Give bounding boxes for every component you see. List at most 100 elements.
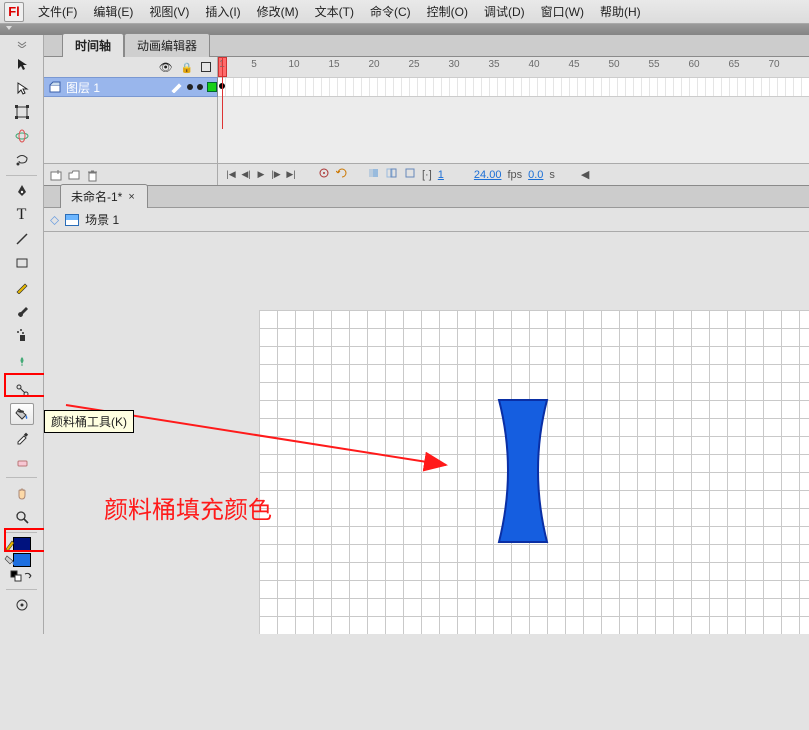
edit-multiple-frames-button[interactable] xyxy=(404,167,416,182)
line-tool[interactable] xyxy=(10,228,34,250)
zoom-tool[interactable] xyxy=(10,506,34,528)
workspace: 时间轴 动画编辑器 1510152025303540455055606570 图… xyxy=(44,35,809,634)
edit-bar: ⬦ 场景 1 xyxy=(44,208,809,232)
eyedropper-tool[interactable] xyxy=(10,427,34,449)
tools-panel: T xyxy=(0,35,44,634)
delete-layer-button[interactable] xyxy=(84,167,100,183)
menu-window[interactable]: 窗口(W) xyxy=(533,0,592,23)
layer-outline-box[interactable] xyxy=(207,82,217,92)
ruler-tick: 50 xyxy=(608,59,619,70)
stage-drawing xyxy=(259,310,809,730)
selection-tool[interactable] xyxy=(10,53,34,75)
last-frame-button[interactable]: ▶| xyxy=(284,168,298,182)
onion-markers-button[interactable]: [·] xyxy=(422,169,432,181)
layer-lock-dot[interactable] xyxy=(197,84,203,90)
menu-debug[interactable]: 调试(D) xyxy=(476,0,533,23)
menu-help[interactable]: 帮助(H) xyxy=(592,0,649,23)
onion-skin-button[interactable] xyxy=(368,167,380,182)
eraser-tool[interactable] xyxy=(10,451,34,473)
visibility-icon[interactable] xyxy=(159,60,173,74)
swap-colors-button[interactable] xyxy=(10,569,34,585)
outline-icon[interactable] xyxy=(201,62,211,72)
layer-icon xyxy=(48,80,62,94)
new-folder-button[interactable] xyxy=(66,167,82,183)
frames-track[interactable] xyxy=(218,77,809,97)
elapsed-value: 0.0 xyxy=(528,169,543,181)
menu-text[interactable]: 文本(T) xyxy=(307,0,362,23)
onion-skin-outline-button[interactable] xyxy=(386,167,398,182)
deco-tool[interactable] xyxy=(10,348,34,370)
center-frame-button[interactable] xyxy=(318,167,330,182)
stroke-color-swatch[interactable] xyxy=(0,537,43,551)
layer-header xyxy=(44,57,218,77)
stage-area: 颜料桶填充颜色 xyxy=(44,255,809,634)
menu-view[interactable]: 视图(V) xyxy=(141,0,197,23)
play-button[interactable]: ▶ xyxy=(254,168,268,182)
menu-edit[interactable]: 编辑(E) xyxy=(85,0,141,23)
next-frame-button[interactable]: |▶ xyxy=(269,168,283,182)
ruler-tick: 70 xyxy=(768,59,779,70)
free-transform-tool[interactable] xyxy=(10,101,34,123)
back-button[interactable]: ⬦ xyxy=(50,212,59,228)
menu-modify[interactable]: 修改(M) xyxy=(249,0,307,23)
lasso-tool[interactable] xyxy=(10,149,34,171)
stage-canvas[interactable] xyxy=(259,310,809,634)
fill-color-swatch[interactable] xyxy=(0,553,43,567)
hand-tool[interactable] xyxy=(10,482,34,504)
spray-brush-tool[interactable] xyxy=(10,324,34,346)
paint-bucket-tool[interactable] xyxy=(10,403,34,425)
ruler-tick: 65 xyxy=(728,59,739,70)
first-frame-button[interactable]: |◀ xyxy=(224,168,238,182)
ruler-tick: 5 xyxy=(251,59,257,70)
scene-label[interactable]: 场景 1 xyxy=(85,211,119,228)
snap-option[interactable] xyxy=(10,594,34,616)
ruler-tick: 30 xyxy=(448,59,459,70)
subselection-tool[interactable] xyxy=(10,77,34,99)
menu-insert[interactable]: 插入(I) xyxy=(197,0,248,23)
new-layer-button[interactable] xyxy=(48,167,64,183)
menu-file[interactable]: 文件(F) xyxy=(30,0,85,23)
layer-row[interactable]: 图层 1 xyxy=(44,77,218,97)
layer-vis-dot[interactable] xyxy=(187,84,193,90)
document-tab[interactable]: 未命名-1* × xyxy=(60,184,148,208)
ruler-tick: 35 xyxy=(488,59,499,70)
ruler-tick: 20 xyxy=(368,59,379,70)
brush-tool[interactable] xyxy=(10,300,34,322)
vase-shape[interactable] xyxy=(499,400,547,542)
ruler-tick: 10 xyxy=(288,59,299,70)
paint-bucket-tooltip: 颜料桶工具(K) xyxy=(44,410,134,433)
playback-controls: |◀ ◀| ▶ |▶ ▶| xyxy=(224,168,298,182)
tab-timeline[interactable]: 时间轴 xyxy=(62,33,124,57)
layer-pencil-icon xyxy=(171,81,183,93)
tab-animation-editor[interactable]: 动画编辑器 xyxy=(124,33,210,57)
ruler-tick: 45 xyxy=(568,59,579,70)
pencil-tool[interactable] xyxy=(10,276,34,298)
timeline-footer: |◀ ◀| ▶ |▶ ▶| [·] 1 24.00 fps 0.0 xyxy=(44,163,809,185)
elapsed-label: s xyxy=(549,169,555,181)
ruler-tick: 55 xyxy=(648,59,659,70)
app-logo: Fl xyxy=(4,2,24,22)
rectangle-tool[interactable] xyxy=(10,252,34,274)
pen-tool[interactable] xyxy=(10,180,34,202)
menu-control[interactable]: 控制(O) xyxy=(419,0,476,23)
fps-value[interactable]: 24.00 xyxy=(474,169,502,181)
menubar: Fl 文件(F) 编辑(E) 视图(V) 插入(I) 修改(M) 文本(T) 命… xyxy=(0,0,809,24)
3d-rotation-tool[interactable] xyxy=(10,125,34,147)
lock-icon[interactable] xyxy=(181,60,193,74)
close-tab-button[interactable]: × xyxy=(128,191,134,203)
fps-label: fps xyxy=(507,169,522,181)
expand-tools-icon[interactable] xyxy=(10,37,34,51)
document-tabs: 未命名-1* × xyxy=(44,186,809,208)
frame-ruler[interactable]: 1510152025303540455055606570 xyxy=(218,57,809,77)
prev-frame-button[interactable]: ◀| xyxy=(239,168,253,182)
layer-name: 图层 1 xyxy=(66,79,167,96)
ruler-tick: 15 xyxy=(328,59,339,70)
menu-command[interactable]: 命令(C) xyxy=(362,0,419,23)
loop-button[interactable] xyxy=(336,167,348,182)
timeline-panel: 1510152025303540455055606570 图层 1 xyxy=(44,57,809,186)
timeline-scroll-left[interactable]: ◀ xyxy=(581,168,589,181)
current-frame-value[interactable]: 1 xyxy=(438,169,444,181)
bone-tool[interactable] xyxy=(10,379,34,401)
scene-icon xyxy=(65,214,79,226)
text-tool[interactable]: T xyxy=(10,204,34,226)
